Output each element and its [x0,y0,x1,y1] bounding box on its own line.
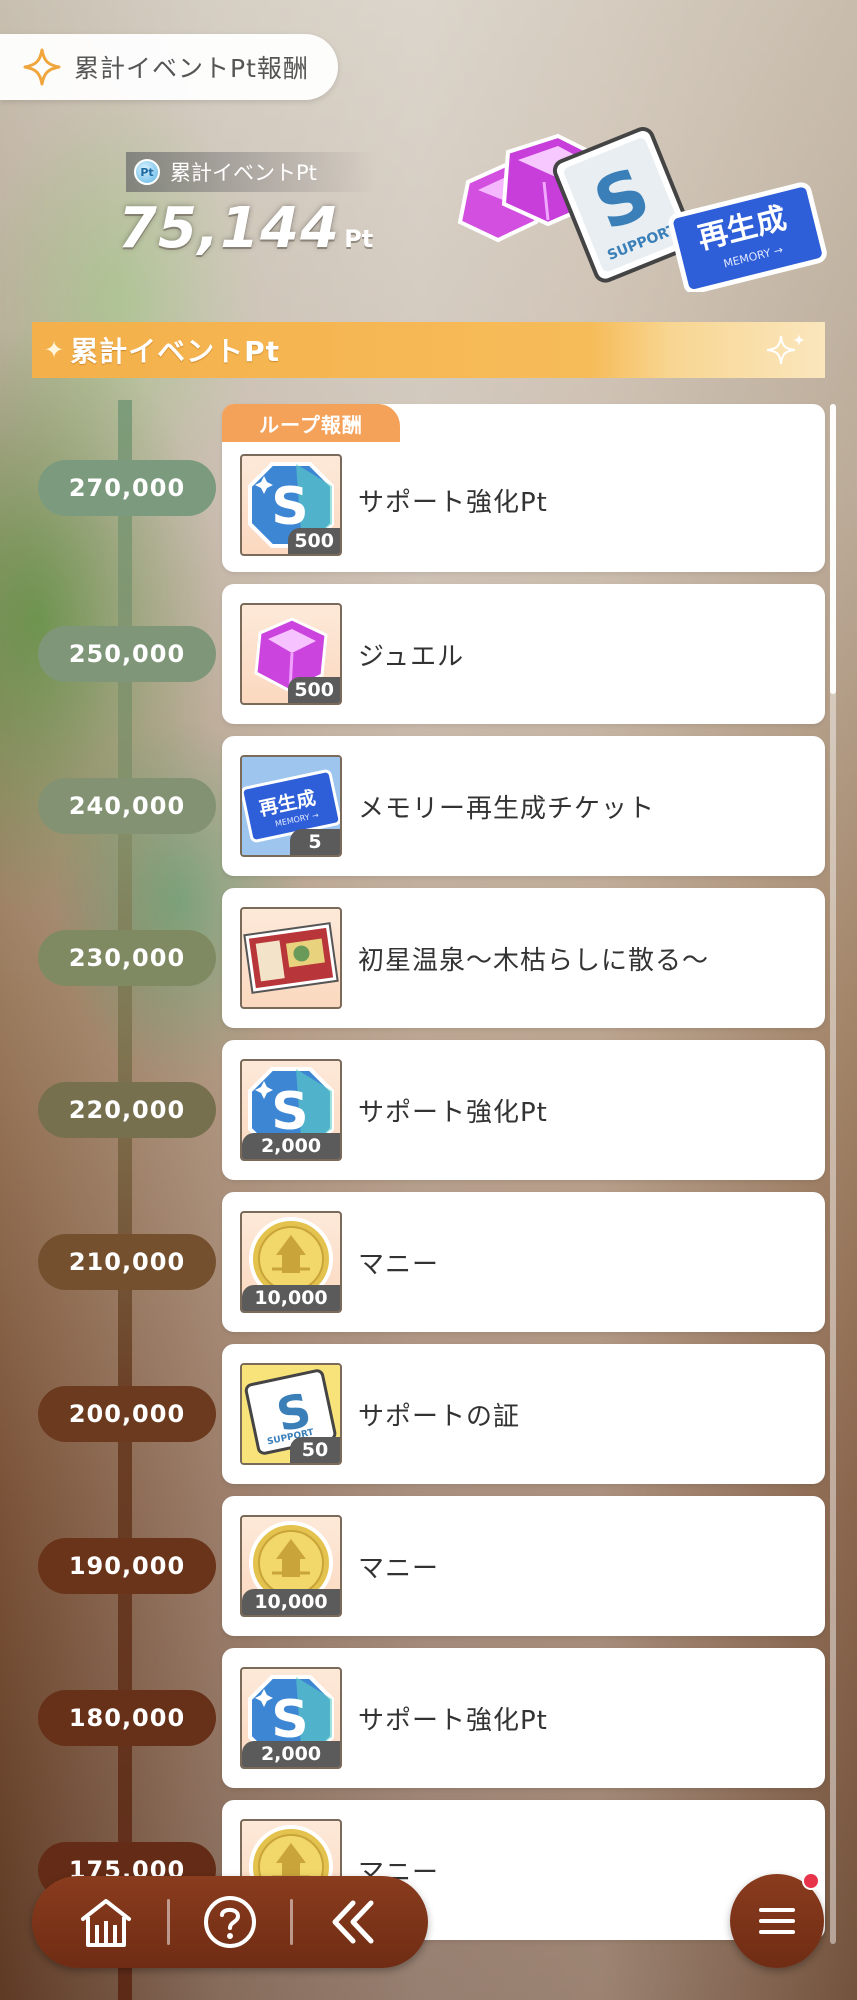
reward-quantity: 2,000 [242,1741,340,1767]
reward-row: 240,000 再生成 MEMORY → 5 メモリー再生成チケット [0,736,857,876]
reward-item-name: マニー [358,1249,440,1280]
reward-item-name: サポート強化Pt [358,1097,548,1128]
memory-card-icon [242,909,340,1007]
home-icon [81,1899,132,1947]
reward-thumbnail: S SUPPORT 50 [240,1363,342,1465]
bottom-nav [32,1876,428,1968]
loop-reward-tag: ループ報酬 [222,404,400,442]
reward-thumbnail [240,907,342,1009]
reward-item-name: サポートの証 [358,1401,521,1432]
reward-item-name: メモリー再生成チケット [358,793,656,824]
points-label: 累計イベントPt [170,161,317,185]
help-icon [203,1896,256,1948]
points-label-bar: Pt 累計イベントPt [126,152,376,192]
reward-row: 220,000 S 2,000 サポート強化Pt [0,1040,857,1180]
star-icon: ✦ [44,336,65,364]
notification-dot [802,1872,820,1890]
reward-thumbnail: 10,000 [240,1211,342,1313]
reward-card[interactable]: 初星温泉～木枯らしに散る～ [222,888,825,1028]
reward-card[interactable]: S 2,000 サポート強化Pt [222,1040,825,1180]
milestone-threshold-badge: 180,000 [38,1690,216,1746]
reward-thumbnail: S 2,000 [240,1059,342,1161]
points-value: 75,144 [118,196,341,261]
reward-thumbnail: 500 [240,603,342,705]
reward-quantity: 500 [288,677,340,703]
memory-ticket-art-icon: 再生成 MEMORY → [668,182,827,292]
pt-badge-icon: Pt [134,159,160,185]
help-button[interactable] [190,1882,270,1962]
milestone-threshold-badge: 230,000 [38,930,216,986]
reward-card[interactable]: S SUPPORT 50 サポートの証 [222,1344,825,1484]
reward-card[interactable]: 再生成 MEMORY → 5 メモリー再生成チケット [222,736,825,876]
reward-card[interactable]: S 2,000 サポート強化Pt [222,1648,825,1788]
reward-row: 200,000 S SUPPORT 50 サポートの証 [0,1344,857,1484]
reward-item-name: サポート強化Pt [358,1705,548,1736]
home-button[interactable] [66,1882,146,1962]
back-button[interactable] [314,1882,394,1962]
reward-list[interactable]: ループ報酬 270,000 S 500 サポート強化Pt 250,000 500 ジュエル 2… [0,400,857,2000]
page-title: 累計イベントPt報酬 [74,54,309,83]
reward-card[interactable]: 10,000 マニー [222,1496,825,1636]
reward-item-name: マニー [358,1553,440,1584]
reward-thumbnail: S 2,000 [240,1667,342,1769]
reward-card[interactable]: 10,000 マニー [222,1192,825,1332]
milestone-threshold-badge: 250,000 [38,626,216,682]
points-unit: Pt [344,225,374,253]
milestone-threshold-badge: 240,000 [38,778,216,834]
menu-button[interactable] [730,1872,824,1968]
nav-divider [290,1899,294,1945]
reward-row: 210,000 10,000 マニー [0,1192,857,1332]
reward-quantity: 2,000 [242,1133,340,1159]
milestone-threshold-badge: 220,000 [38,1082,216,1138]
reward-thumbnail: 10,000 [240,1515,342,1617]
milestone-threshold-badge: 200,000 [38,1386,216,1442]
reward-preview-art: S SUPPORT 再生成 MEMORY → [457,127,827,292]
scrollbar-thumb[interactable] [830,404,836,694]
reward-card[interactable]: 500 ジュエル [222,584,825,724]
section-header: ✦ 累計イベントPt [32,322,825,378]
reward-item-name: 初星温泉～木枯らしに散る～ [358,945,710,976]
reward-quantity: 50 [290,1437,340,1463]
reward-quantity: 5 [290,829,340,855]
reward-quantity: 500 [288,528,340,554]
sparkle-icon [23,48,61,86]
reward-item-name: ジュエル [358,641,465,672]
page-title-tab: 累計イベントPt報酬 [0,34,338,100]
reward-quantity: 10,000 [242,1589,340,1615]
points-value-block: 75,144 Pt [118,196,373,266]
reward-row: 230,000 初星温泉～木枯らしに散る～ [0,888,857,1028]
reward-thumbnail: 再生成 MEMORY → 5 [240,755,342,857]
reward-row: 270,000 S 500 サポート強化Pt [0,404,857,572]
section-title: 累計イベントPt [70,335,281,368]
reward-row: 190,000 10,000 マニー [0,1496,857,1636]
reward-row: 180,000 S 2,000 サポート強化Pt [0,1648,857,1788]
reward-thumbnail: S 500 [240,454,342,556]
sparkle-deco-icon [766,334,805,365]
reward-row: 250,000 500 ジュエル [0,584,857,724]
milestone-threshold-badge: 210,000 [38,1234,216,1290]
reward-item-name: サポート強化Pt [358,487,548,518]
reward-quantity: 10,000 [242,1285,340,1311]
milestone-threshold-badge: 190,000 [38,1538,216,1594]
milestone-threshold-badge: 270,000 [38,460,216,516]
hamburger-menu-icon [759,1908,795,1934]
nav-divider [166,1899,170,1945]
double-chevron-left-icon [332,1900,374,1944]
